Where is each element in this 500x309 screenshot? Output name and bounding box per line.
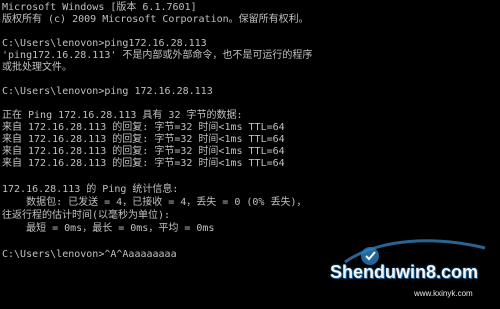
console-line-reply: 来自 172.16.28.113 的回复: 字节=32 时间<1ms TTL=6…	[2, 146, 285, 157]
console-line-packets: 数据包: 已发送 = 4，已接收 = 4，丢失 = 0 (0% 丢失)，	[2, 197, 307, 208]
console-line-reply: 来自 172.16.28.113 的回复: 字节=32 时间<1ms TTL=6…	[2, 134, 285, 145]
console-line-rtt-header: 往返行程的估计时间(以毫秒为单位):	[2, 210, 171, 221]
console-line-command: C:\Users\lenovon>ping172.16.28.113	[2, 38, 207, 49]
console-line-copyright: 版权所有 (c) 2009 Microsoft Corporation。保留所有…	[2, 14, 309, 25]
console-line-reply: 来自 172.16.28.113 的回复: 字节=32 时间<1ms TTL=6…	[2, 122, 285, 133]
console-line-ping-header: 正在 Ping 172.16.28.113 具有 32 字节的数据:	[2, 110, 243, 121]
watermark-site-name: Shenduwin8.com	[330, 262, 479, 282]
console-line-error: 'ping172.16.28.113' 不是内部或外部命令，也不是可运行的程序	[2, 50, 313, 61]
console-line-stats-header: 172.16.28.113 的 Ping 统计信息:	[2, 184, 179, 195]
console-line-reply: 来自 172.16.28.113 的回复: 字节=32 时间<1ms TTL=6…	[2, 158, 285, 169]
console-line-prompt[interactable]: C:\Users\lenovon>^A^Aaaaaaaaa	[2, 249, 177, 261]
watermark-url: www.kxinyk.com	[414, 289, 473, 298]
console-window[interactable]: Microsoft Windows [版本 6.1.7601] 版权所有 (c)…	[0, 0, 500, 309]
console-line-version: Microsoft Windows [版本 6.1.7601]	[2, 2, 197, 13]
console-line-rtt-values: 最短 = 0ms，最长 = 0ms，平均 = 0ms	[2, 223, 215, 234]
site-watermark: Shenduwin8.com www.kxinyk.com	[318, 239, 498, 306]
console-line-error-cont: 或批处理文件。	[2, 62, 72, 73]
console-line-command: C:\Users\lenovon>ping 172.16.28.113	[2, 86, 213, 97]
